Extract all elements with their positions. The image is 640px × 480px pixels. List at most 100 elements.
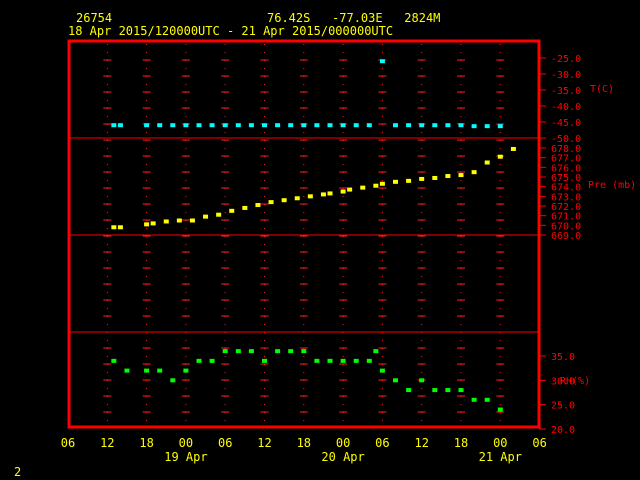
humidity-point bbox=[432, 388, 438, 393]
temperature-point bbox=[445, 123, 451, 128]
station-id: 26754 bbox=[76, 11, 112, 25]
temperature-point bbox=[419, 123, 425, 128]
y-tick-label: -35.0 bbox=[551, 86, 581, 97]
axis-unit-label: T(C) bbox=[590, 84, 614, 95]
pressure-point bbox=[340, 189, 346, 194]
temperature-point bbox=[183, 123, 189, 128]
temperature-point bbox=[288, 123, 294, 128]
humidity-point bbox=[144, 368, 150, 373]
y-tick-label: 20.0 bbox=[551, 425, 575, 436]
pressure-point bbox=[117, 225, 123, 230]
humidity-point bbox=[248, 349, 254, 354]
x-tick-label: 18 bbox=[454, 436, 468, 450]
pressure-point bbox=[373, 183, 379, 188]
pressure-point bbox=[484, 160, 490, 165]
y-tick-label: 669.0 bbox=[551, 231, 581, 242]
pressure-point bbox=[229, 208, 235, 213]
x-tick-label: 00 bbox=[336, 436, 350, 450]
temperature-point bbox=[497, 124, 503, 129]
pressure-point bbox=[393, 179, 398, 184]
temperature-point bbox=[327, 123, 333, 128]
temperature-point bbox=[248, 123, 254, 128]
page-number: 2 bbox=[14, 465, 21, 479]
meteogram-chart: 26754 76.42S -77.03E 2824M 18 Apr 2015/1… bbox=[14, 11, 636, 479]
temperature-point bbox=[484, 124, 490, 129]
x-tick-label: 06 bbox=[375, 436, 389, 450]
pressure-point bbox=[163, 219, 169, 224]
humidity-point bbox=[301, 349, 307, 354]
humidity-point bbox=[393, 378, 398, 383]
pressure-point bbox=[320, 192, 326, 197]
humidity-point bbox=[340, 358, 346, 363]
humidity-point bbox=[170, 378, 176, 383]
pressure-point bbox=[406, 178, 412, 183]
temperature-point bbox=[406, 123, 412, 128]
axis-unit-label: Pre (mb) bbox=[588, 180, 636, 191]
pressure-point bbox=[176, 218, 182, 223]
temperature-point bbox=[340, 123, 346, 128]
x-tick-label: 06 bbox=[532, 436, 546, 450]
temperature-point bbox=[275, 123, 281, 128]
humidity-point bbox=[157, 368, 163, 373]
pressure-point bbox=[216, 212, 222, 217]
x-tick-label: 06 bbox=[61, 436, 75, 450]
pressure-point bbox=[111, 225, 117, 230]
x-tick-label: 18 bbox=[297, 436, 311, 450]
humidity-point bbox=[327, 358, 333, 363]
temperature-point bbox=[196, 123, 202, 128]
humidity-point bbox=[124, 368, 130, 373]
temperature-point bbox=[111, 123, 117, 128]
date-label: 20 Apr bbox=[321, 450, 364, 464]
pressure-point bbox=[360, 185, 366, 190]
pressure-point bbox=[432, 175, 438, 180]
pressure-point bbox=[347, 187, 353, 192]
temperature-point bbox=[117, 123, 123, 128]
humidity-point bbox=[314, 358, 320, 363]
pressure-point bbox=[379, 181, 385, 186]
temperature-point bbox=[235, 123, 241, 128]
humidity-point bbox=[366, 358, 372, 363]
panel-separators bbox=[69, 137, 539, 333]
humidity-point bbox=[111, 358, 117, 363]
x-tick-label: 12 bbox=[257, 436, 271, 450]
x-tick-label: 18 bbox=[139, 436, 153, 450]
tick-labels: 06 12 18 00 06 12 18 00 06 12 18 00 06 19 Apr 20 Apr 21… bbox=[61, 54, 636, 464]
y-tick-label: 25.0 bbox=[551, 401, 575, 412]
plot-frame bbox=[67, 39, 541, 429]
humidity-point bbox=[275, 349, 281, 354]
temperature-point bbox=[144, 123, 150, 128]
x-tick-label: 12 bbox=[414, 436, 428, 450]
pressure-point bbox=[327, 191, 333, 196]
date-label: 21 Apr bbox=[479, 450, 522, 464]
temperature-point bbox=[471, 124, 477, 129]
pressure-point bbox=[144, 222, 150, 227]
humidity-point bbox=[353, 358, 359, 363]
axis-unit-label: RH(%) bbox=[560, 376, 590, 387]
temperature-point bbox=[379, 59, 385, 64]
humidity-point bbox=[406, 388, 412, 393]
grid-layer bbox=[103, 44, 505, 424]
pressure-point bbox=[268, 200, 274, 205]
y-tick-label: -45.0 bbox=[551, 118, 581, 129]
pressure-point bbox=[419, 176, 425, 181]
temperature-point bbox=[314, 123, 320, 128]
humidity-point bbox=[445, 388, 451, 393]
time-range: 18 Apr 2015/120000UTC - 21 Apr 2015/0000… bbox=[68, 24, 393, 38]
temperature-point bbox=[393, 123, 398, 128]
pressure-point bbox=[294, 196, 300, 201]
humidity-point bbox=[379, 368, 385, 373]
x-tick-label: 00 bbox=[179, 436, 193, 450]
humidity-point bbox=[497, 407, 503, 412]
pressure-point bbox=[510, 146, 516, 151]
pressure-point bbox=[189, 218, 195, 223]
temperature-point bbox=[222, 123, 228, 128]
humidity-point bbox=[183, 368, 189, 373]
humidity-point bbox=[419, 378, 425, 383]
humidity-point bbox=[373, 349, 379, 354]
humidity-point bbox=[262, 358, 267, 363]
temperature-point bbox=[353, 123, 359, 128]
x-tick-label: 12 bbox=[100, 436, 114, 450]
pressure-point bbox=[497, 154, 503, 159]
humidity-point bbox=[196, 358, 202, 363]
humidity-point bbox=[458, 388, 464, 393]
